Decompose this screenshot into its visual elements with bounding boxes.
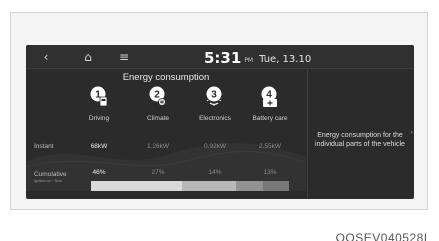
figure-code: OOSEV040528L: [335, 231, 431, 241]
description-text: Energy consumption for the individual pa…: [315, 132, 405, 148]
cumulative-segment-driving: [91, 181, 183, 191]
cumulative-segment-climate: [182, 181, 236, 191]
chevron-right-icon[interactable]: ›: [411, 129, 413, 136]
column-label-battery-care: Battery care: [252, 115, 288, 122]
instant-value-battery-care: 2.55kW: [258, 143, 282, 150]
panel-divider: [307, 69, 308, 199]
panel-title: Energy consumption: [122, 72, 210, 83]
status-bar: ‹ ⌂ ≡ 5:31 PM Tue, 13.10: [26, 45, 414, 69]
svg-text:4: 4: [266, 90, 272, 101]
climate-number-icon: 2: [147, 85, 169, 107]
cumulative-value-battery-care: 13%: [263, 169, 277, 176]
infotainment-screen: ‹ ⌂ ≡ 5:31 PM Tue, 13.10 Energy consumptio…: [26, 45, 414, 199]
chevron-left-icon[interactable]: ‹: [36, 48, 56, 66]
svg-text:2: 2: [154, 90, 160, 101]
cumulative-label: Cumulative: [34, 171, 67, 178]
battery-care-number-icon: 4: [259, 85, 281, 107]
instant-value-climate: 1.26kW: [146, 143, 170, 150]
instant-value-electronics: 0.92kW: [203, 143, 227, 150]
electronics-number-icon: 3: [204, 85, 226, 107]
column-label-climate: Climate: [146, 115, 170, 122]
cumulative-sublabel: Ignition on ~ Now: [34, 179, 62, 183]
column-label-driving: Driving: [88, 115, 110, 122]
home-icon[interactable]: ⌂: [78, 48, 98, 66]
svg-text:3: 3: [211, 90, 217, 101]
cumulative-value-climate: 27%: [151, 169, 165, 176]
instant-value-driving: 68kW: [90, 143, 108, 150]
clock-time: 5:31: [204, 49, 242, 67]
clock-date: Tue, 13.10: [259, 54, 312, 65]
cumulative-value-electronics: 14%: [208, 169, 222, 176]
cumulative-bar: [91, 181, 289, 191]
menu-icon[interactable]: ≡: [114, 48, 134, 66]
cumulative-segment-battery-care: [263, 181, 289, 191]
cumulative-segment-electronics: [235, 181, 264, 191]
cumulative-value-driving: 46%: [92, 169, 106, 176]
clock-ampm: PM: [244, 57, 254, 64]
driving-number-icon: 1: [88, 85, 110, 107]
clock: 5:31 PM Tue, 13.10: [204, 48, 312, 67]
instant-label: Instant: [34, 143, 54, 150]
column-label-electronics: Electronics: [199, 115, 231, 122]
